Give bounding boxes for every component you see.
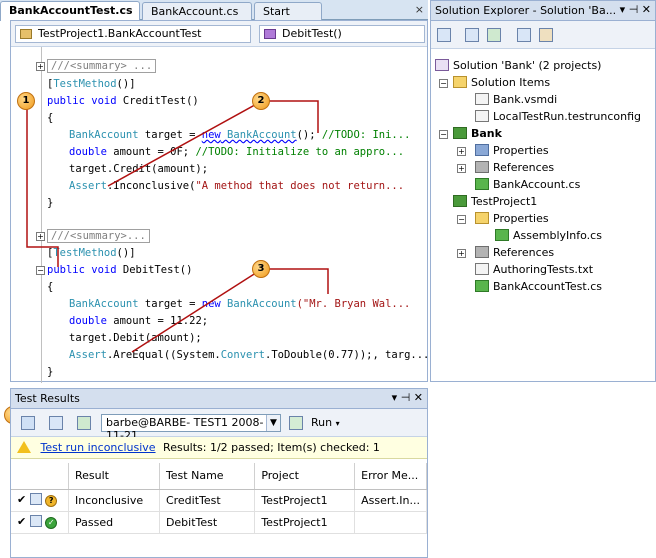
tree-item-solution-items[interactable]: Solution Items — [453, 74, 550, 91]
cell-result: Passed — [68, 511, 160, 534]
test-results-toolbar: barbe@BARBE- TEST1 2008-11-21 ▼ Run ▾ — [11, 409, 427, 442]
row-icons: ✔ ? — [11, 489, 69, 512]
tree-item-assemblyinfo[interactable]: AssemblyInfo.cs — [495, 227, 602, 244]
tree-item-bankaccount-cs[interactable]: BankAccount.cs — [475, 176, 580, 193]
csharp-file-icon — [475, 178, 489, 190]
references-icon — [475, 161, 489, 173]
pane-buttons[interactable]: ▾ ⊣ ✕ — [392, 391, 423, 404]
expand-icon[interactable]: + — [457, 164, 466, 173]
expand-icon[interactable]: + — [457, 249, 466, 258]
column-header-project[interactable]: Project — [254, 463, 356, 490]
test-icon — [29, 493, 42, 505]
hierarchy-icon[interactable] — [49, 416, 63, 430]
csharp-project-icon — [453, 127, 467, 139]
collapse-icon[interactable]: − — [439, 79, 448, 88]
cell-result: Inconclusive — [68, 489, 160, 512]
csharp-file-icon — [475, 280, 489, 292]
refresh-icon[interactable] — [487, 28, 501, 42]
tree-item-properties[interactable]: Properties — [475, 210, 549, 227]
checkbox-checked-icon[interactable]: ✔ — [17, 493, 26, 506]
solution-explorer: Solution Explorer - Solution 'Ba... ▾ ⊣ … — [430, 0, 656, 382]
test-project-icon — [453, 195, 467, 207]
test-icon — [29, 515, 42, 527]
callout-2: 2 — [252, 92, 270, 110]
solution-explorer-toolbar — [431, 21, 655, 49]
config-icon — [475, 110, 489, 122]
cell-test-name: DebitTest — [159, 511, 256, 534]
run-icon[interactable] — [289, 416, 303, 430]
run-details-icon[interactable] — [77, 416, 91, 430]
cell-error-message: Assert.In... — [354, 489, 427, 512]
tree-item-authoringtests[interactable]: AuthoringTests.txt — [475, 261, 593, 278]
pane-title: Solution Explorer - Solution 'Ba... ▾ ⊣ … — [431, 1, 655, 21]
tree-item-solution[interactable]: Solution 'Bank' (2 projects) — [435, 57, 601, 74]
callout-3: 3 — [252, 260, 270, 278]
expand-icon[interactable]: + — [457, 147, 466, 156]
column-header-result[interactable]: Result — [68, 463, 160, 490]
table-row[interactable]: ✔ ? Inconclusive CreditTest TestProject1… — [11, 489, 427, 512]
column-header-error-message[interactable]: Error Me... — [354, 463, 427, 490]
collapse-icon[interactable]: − — [439, 130, 448, 139]
tree-item-references[interactable]: References — [475, 244, 554, 261]
properties-icon[interactable] — [437, 28, 451, 42]
class-diagram-icon[interactable] — [539, 28, 553, 42]
cell-test-name: CreditTest — [159, 489, 256, 512]
tree-item-testrunconfig[interactable]: LocalTestRun.testrunconfig — [475, 108, 641, 125]
group-by-icon[interactable] — [21, 416, 35, 430]
tree-item-bank[interactable]: Bank — [453, 125, 502, 142]
pane-buttons[interactable]: ▾ ⊣ ✕ — [620, 3, 651, 16]
tree-item-references[interactable]: References — [475, 159, 554, 176]
text-file-icon — [475, 263, 489, 275]
folder-open-icon — [475, 212, 489, 224]
tree-item-bankaccounttest-cs[interactable]: BankAccountTest.cs — [475, 278, 602, 295]
select-column-header — [11, 463, 69, 490]
view-code-icon[interactable] — [517, 28, 531, 42]
test-results-window: Test Results ▾ ⊣ ✕ barbe@BARBE- TEST1 20… — [10, 388, 428, 558]
cell-project: TestProject1 — [254, 489, 356, 512]
file-icon — [475, 93, 489, 105]
cell-project: TestProject1 — [254, 511, 356, 534]
show-all-files-icon[interactable] — [465, 28, 479, 42]
results-table: Result Test Name Project Error Me... ✔ ?… — [11, 463, 427, 534]
properties-icon — [475, 144, 489, 156]
references-icon — [475, 246, 489, 258]
passed-icon: ✓ — [45, 517, 58, 529]
run-button[interactable]: Run ▾ — [311, 416, 340, 429]
chevron-down-icon[interactable]: ▼ — [266, 415, 280, 431]
row-icons: ✔ ✓ — [11, 511, 69, 534]
table-row[interactable]: ✔ ✓ Passed DebitTest TestProject1 — [11, 511, 427, 534]
test-run-inconclusive-link[interactable]: Test run inconclusive — [41, 441, 156, 454]
pane-title: Test Results ▾ ⊣ ✕ — [11, 389, 427, 409]
csharp-file-icon — [495, 229, 509, 241]
inconclusive-icon: ? — [45, 495, 58, 507]
column-header-test-name[interactable]: Test Name — [159, 463, 256, 490]
table-header-row: Result Test Name Project Error Me... — [11, 463, 427, 490]
tree-item-bank-vsmdi[interactable]: Bank.vsmdi — [475, 91, 557, 108]
folder-icon — [453, 76, 467, 88]
callout-1: 1 — [17, 92, 35, 110]
warning-icon — [17, 441, 31, 453]
cell-error-message — [354, 511, 427, 534]
warning-bar: Test run inconclusive Results: 1/2 passe… — [11, 437, 427, 459]
tree-item-testproject1[interactable]: TestProject1 — [453, 193, 537, 210]
checkbox-checked-icon[interactable]: ✔ — [17, 515, 26, 528]
tree-item-properties[interactable]: Properties — [475, 142, 549, 159]
test-run-select[interactable]: barbe@BARBE- TEST1 2008-11-21 ▼ — [101, 414, 281, 442]
collapse-icon[interactable]: − — [457, 215, 466, 224]
results-summary: Results: 1/2 passed; Item(s) checked: 1 — [163, 441, 380, 454]
solution-icon — [435, 59, 449, 71]
